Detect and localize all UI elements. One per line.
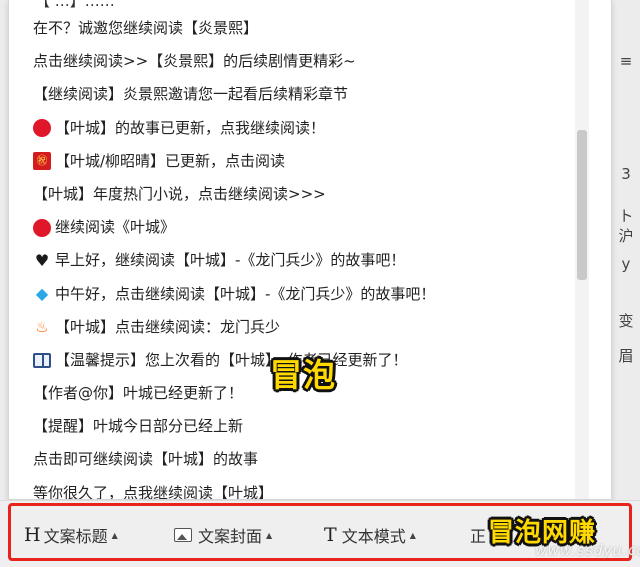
list-item[interactable]: 【叶城】的故事已更新，点我继续阅读！	[33, 112, 611, 145]
background-text-fragment: ト	[618, 207, 634, 225]
list-item[interactable]: 继续阅读《叶城》	[33, 211, 611, 244]
text-icon: T	[324, 524, 337, 546]
book-icon	[33, 353, 51, 369]
list-item[interactable]: ♥ 早上好，继续阅读【叶城】-《龙门兵少》的故事吧！	[33, 244, 611, 277]
list-item-text: 早上好，继续阅读【叶城】-《龙门兵少》的故事吧！	[55, 251, 406, 270]
list-item[interactable]: 点击即可继续阅读【叶城】的故事	[33, 443, 611, 476]
list-item-text: 点击即可继续阅读【叶城】的故事	[33, 450, 259, 469]
gem-icon: ◆	[35, 284, 49, 304]
background-text-fragment: 沪	[618, 227, 634, 245]
background-text-fragment: 变	[618, 312, 634, 330]
bubble-tag-overlay: 冒泡	[270, 356, 337, 394]
list-item[interactable]: ♨ 【叶城】点击继续阅读：龙门兵少	[33, 311, 611, 344]
heading-style-label: 文案标题	[43, 527, 108, 546]
list-item[interactable]: 【提醒】叶城今日部分已经上新	[33, 410, 611, 443]
background-text-fragment: y	[621, 255, 631, 273]
background-text-fragment: 眉	[618, 347, 634, 365]
list-item-text: 点击继续阅读>>【炎景熙】的后续剧情更精彩~	[33, 52, 356, 71]
list-item[interactable]: ㊗【叶城/柳昭晴】已更新，点击阅读	[33, 145, 611, 178]
list-item-text: 在不？诚邀您继续阅读【炎景熙】	[33, 19, 259, 37]
red-circle-icon	[33, 218, 51, 237]
list-item-text: 【叶城】年度热门小说，点击继续阅读>>>	[33, 184, 326, 203]
background-text-fragment: 3	[621, 165, 631, 183]
text-mode-label: 文本模式	[341, 527, 406, 546]
list-item[interactable]: 【叶城】年度热门小说，点击继续阅读>>>	[33, 178, 611, 211]
cover-label: 文案封面	[198, 527, 263, 546]
list-item[interactable]: 在不？诚邀您继续阅读【炎景熙】	[33, 12, 611, 45]
list-item-text: 【叶城/柳昭晴】已更新，点击阅读	[55, 151, 286, 170]
partial-toolbar-button[interactable]: 正	[470, 523, 486, 547]
text-mode-button[interactable]: T 文本模式 ▲	[324, 523, 416, 547]
caret-up-icon: ▲	[409, 530, 416, 540]
fu-icon: ㊗	[33, 152, 51, 171]
heading-style-button[interactable]: H 文案标题 ▲	[24, 523, 118, 547]
list-item-text: 【继续阅读】炎景熙邀请您一起看后续精彩章节	[33, 85, 349, 104]
list-item-text: 【提醒】叶城今日部分已经上新	[33, 417, 244, 436]
watermark: www.ssdyu.cc	[535, 543, 640, 559]
list-item-text: 中午好，点击继续阅读【叶城】-《龙门兵少》的故事吧！	[55, 284, 436, 303]
list-item-text: 【叶城】点击继续阅读：龙门兵少	[55, 317, 281, 336]
list-item[interactable]: ◆ 中午好，点击继续阅读【叶城】-《龙门兵少》的故事吧！	[33, 278, 611, 311]
list-item-text: 等你很久了，点我继续阅读【叶城】	[33, 483, 274, 500]
cover-button[interactable]: 文案封面 ▲	[174, 523, 272, 547]
list-item[interactable]: 等你很久了，点我继续阅读【叶城】	[33, 477, 611, 500]
caret-up-icon: ▲	[111, 530, 118, 540]
heart-icon: ♥	[34, 250, 50, 270]
fire-icon: ♨	[35, 318, 49, 337]
list-item[interactable]: 点击继续阅读>>【炎景熙】的后续剧情更精彩~	[33, 45, 611, 78]
list-item-text: 【作者@你】叶城已经更新了！	[33, 384, 244, 403]
caret-up-icon: ▲	[266, 530, 273, 540]
list-item[interactable]: 【继续阅读】炎景熙邀请您一起看后续精彩章节	[33, 78, 611, 111]
title-suggestion-dropdown: 【 …】…… 在不？诚邀您继续阅读【炎景熙】点击继续阅读>>【炎景熙】的后续剧情…	[8, 0, 612, 500]
red-circle-icon	[33, 119, 51, 138]
list-item-text: 继续阅读《叶城》	[55, 218, 176, 237]
partial-toolbar-label: 正	[470, 527, 487, 546]
partial-list-item[interactable]: 【 …】……	[35, 0, 115, 11]
scrollbar-thumb[interactable]	[577, 130, 587, 280]
scrollbar[interactable]	[575, 0, 589, 499]
list-item-text: 【温馨提示】您上次看的【叶城】，作者已经更新了！	[55, 350, 408, 369]
image-icon	[174, 528, 192, 542]
heading-icon: H	[24, 524, 41, 546]
suggestion-list: 在不？诚邀您继续阅读【炎景熙】点击继续阅读>>【炎景熙】的后续剧情更精彩~ 【继续…	[33, 12, 611, 500]
list-item-text: 【叶城】的故事已更新，点我继续阅读！	[55, 118, 326, 137]
background-text-fragment: ≡	[619, 52, 633, 70]
